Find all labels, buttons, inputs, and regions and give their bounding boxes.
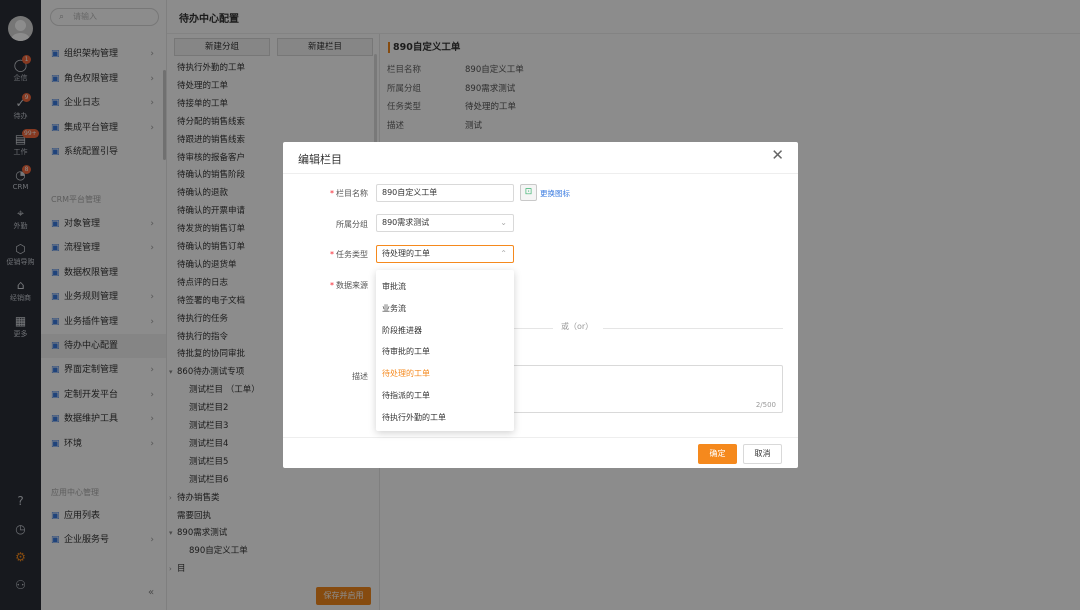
- divider: [283, 437, 798, 438]
- column-icon-preview[interactable]: ⊡: [520, 184, 537, 201]
- group-label: 所属分组: [336, 220, 368, 229]
- task-type-dropdown: 审批流业务流阶段推进器待审批的工单 待处理的工单 待指派的工单待执行外勤的工单: [376, 270, 514, 431]
- dropdown-option[interactable]: 阶段推进器: [382, 325, 422, 336]
- description-label: 描述: [352, 372, 368, 381]
- dropdown-option[interactable]: 待处理的工单: [382, 368, 430, 379]
- name-label: * 栏目名称: [330, 189, 368, 198]
- image-icon: ⊡: [524, 187, 533, 197]
- dropdown-option[interactable]: 业务流: [382, 303, 406, 314]
- divider: [283, 173, 798, 174]
- dropdown-option[interactable]: 待审批的工单: [382, 346, 430, 357]
- edit-column-dialog: 编辑栏目 ✕ * 栏目名称 890自定义工单 ⊡ 更换图标 所属分组 890需求测…: [283, 142, 798, 468]
- chevron-up-icon: ⌃: [500, 249, 507, 258]
- dropdown-option[interactable]: 审批流: [382, 281, 406, 292]
- or-divider-left: [513, 328, 553, 329]
- dialog-title: 编辑栏目: [298, 153, 342, 166]
- cancel-button[interactable]: 取消: [743, 444, 782, 464]
- char-counter: 2/500: [755, 401, 776, 409]
- dropdown-option[interactable]: 待执行外勤的工单: [382, 412, 446, 423]
- dropdown-option[interactable]: 待指派的工单: [382, 390, 430, 401]
- change-icon-link[interactable]: 更换图标: [540, 188, 570, 199]
- group-select[interactable]: 890需求测试 ⌄: [376, 214, 514, 232]
- or-divider-text: 或（or）: [561, 322, 594, 331]
- confirm-button[interactable]: 确定: [698, 444, 737, 464]
- close-icon[interactable]: ✕: [771, 148, 784, 163]
- chevron-down-icon: ⌄: [500, 218, 507, 227]
- task-type-label: * 任务类型: [330, 250, 368, 259]
- task-type-select[interactable]: 待处理的工单 ⌃: [376, 245, 514, 263]
- column-name-input[interactable]: 890自定义工单: [376, 184, 514, 202]
- data-source-label: * 数据来源: [330, 281, 368, 290]
- or-divider-right: [603, 328, 783, 329]
